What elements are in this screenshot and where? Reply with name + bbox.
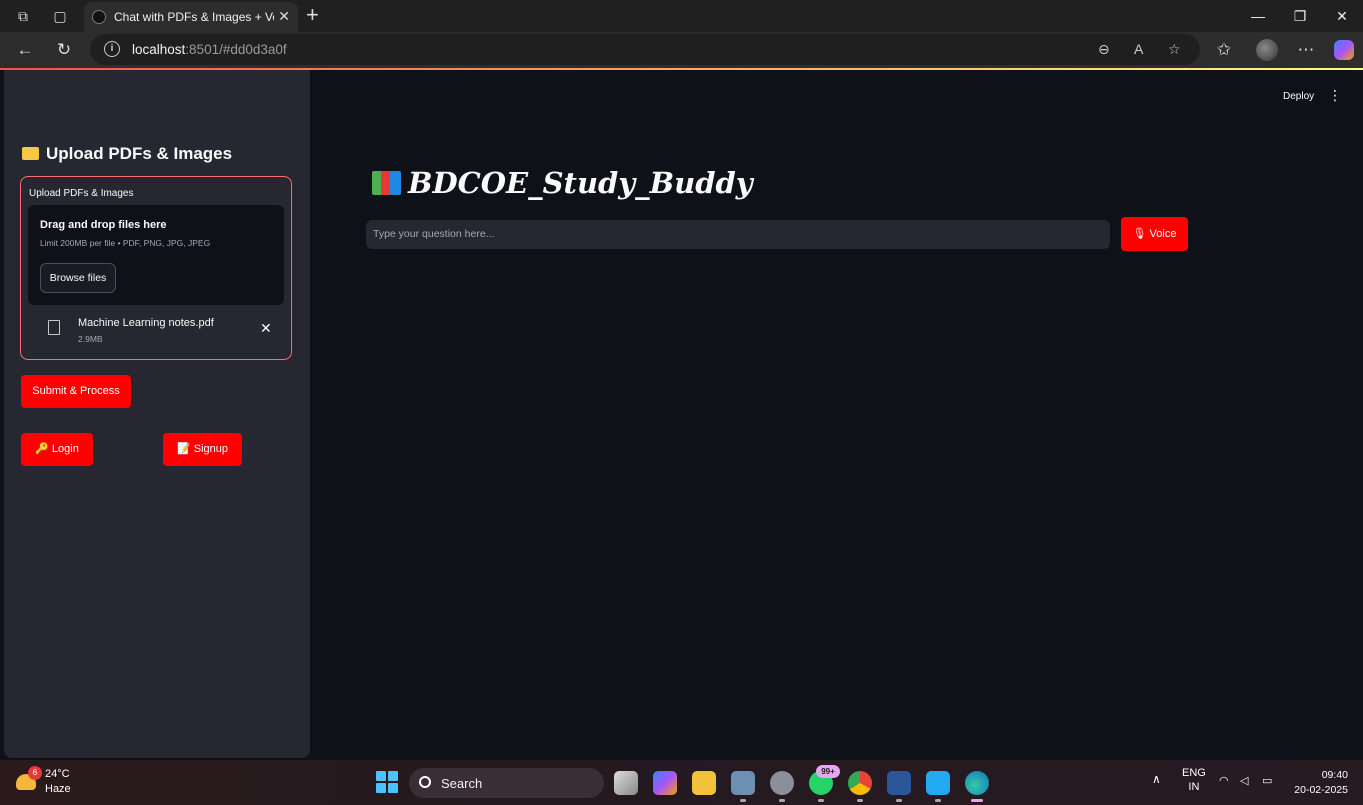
browser-titlebar: ⧉ ▢ Chat with PDFs & Images + Voice ✕ + … [0,0,1363,32]
drop-zone[interactable]: Drag and drop files here Limit 200MB per… [28,205,284,305]
main-menu-icon[interactable]: ⋮ [1328,88,1342,102]
uploaded-file-name: Machine Learning notes.pdf [78,317,214,329]
browser-tab[interactable]: Chat with PDFs & Images + Voice ✕ [84,2,298,32]
more-options-icon[interactable]: ⋯ [1296,40,1316,60]
upload-limit-text: Limit 200MB per file • PDF, PNG, JPG, JP… [40,238,211,248]
language-indicator[interactable]: ENG IN [1182,766,1206,794]
task-view-icon[interactable] [614,771,638,795]
submit-process-button[interactable]: Submit & Process [21,375,131,408]
volume-icon[interactable]: ◁ [1240,774,1248,788]
battery-icon[interactable]: ▭ [1262,774,1272,788]
browser-navbar: ← ↻ i localhost:8501/#dd0d3a0f ⊖ A ☆ ✩ ⋯ [0,32,1363,68]
uploader-label: Upload PDFs & Images [29,188,134,199]
clock-date: 20-02-2025 [1294,784,1348,796]
refresh-icon[interactable]: ↻ [54,40,74,60]
favorites-icon[interactable]: ✩ [1214,40,1234,60]
start-button[interactable] [376,771,398,793]
favorite-star-icon[interactable]: ☆ [1168,40,1181,58]
running-indicator [896,799,902,802]
clock[interactable]: 09:40 20-02-2025 [1286,768,1348,798]
photos-app-icon[interactable] [731,771,755,795]
whatsapp-badge: 99+ [816,765,840,778]
file-uploader: Upload PDFs & Images Drag and drop files… [20,176,292,360]
edge-icon[interactable] [965,771,989,795]
app-viewport: Upload PDFs & Images Upload PDFs & Image… [0,68,1363,760]
read-aloud-icon[interactable]: A [1134,40,1143,58]
weather-badge: 6 [28,766,42,780]
page-title: BDCOE_Study_Buddy [372,166,753,200]
close-window-icon[interactable]: ✕ [1321,0,1363,32]
question-input[interactable]: Type your question here... [366,220,1110,249]
copilot-icon[interactable] [1334,40,1354,60]
search-icon [419,776,431,788]
new-tab-icon[interactable]: + [306,4,319,26]
wifi-icon[interactable]: ◠ [1219,774,1229,788]
url-text[interactable]: localhost:8501/#dd0d3a0f [132,42,287,57]
running-indicator [935,799,941,802]
site-info-icon[interactable]: i [104,41,120,57]
deploy-button[interactable]: Deploy [1283,91,1314,102]
clock-time: 09:40 [1321,769,1348,781]
drop-zone-title: Drag and drop files here [40,219,167,231]
profile-avatar[interactable] [1256,39,1278,61]
chrome-icon[interactable] [848,771,872,795]
tab-actions-icon[interactable]: ▢ [50,6,70,26]
remove-file-icon[interactable]: ✕ [260,321,272,335]
word-icon[interactable] [887,771,911,795]
tab-title: Chat with PDFs & Images + Voice [114,10,274,24]
temperature: 24°C [45,768,70,780]
taskbar-search[interactable]: Search [409,768,604,798]
restore-icon[interactable]: ❐ [1279,0,1321,32]
uploaded-file-size: 2.9MB [78,334,103,344]
running-indicator [818,799,824,802]
file-icon [48,320,60,335]
zoom-icon[interactable]: ⊖ [1098,40,1110,58]
streamlit-favicon-icon [92,10,106,24]
windows-taskbar: 6 24°C Haze Search 99+ ∧ ENG IN ◠ ◁ ▭ 09:… [0,760,1363,805]
browse-files-button[interactable]: Browse files [40,263,116,293]
signup-button[interactable]: 📝 Signup [163,433,242,466]
show-hidden-icons-icon[interactable]: ∧ [1152,772,1161,786]
vscode-icon[interactable] [926,771,950,795]
books-icon [372,171,402,195]
minimize-icon[interactable]: — [1237,0,1279,32]
close-tab-icon[interactable]: ✕ [278,8,290,24]
running-indicator [779,799,785,802]
copilot-taskbar-icon[interactable] [653,771,677,795]
window-controls: — ❐ ✕ [1237,0,1363,32]
file-explorer-icon[interactable] [692,771,716,795]
settings-gear-icon[interactable] [770,771,794,795]
weather-condition: Haze [45,783,71,795]
back-icon[interactable]: ← [15,40,35,60]
folder-icon [22,147,39,160]
search-label: Search [441,776,483,791]
running-indicator [740,799,746,802]
address-bar[interactable]: i localhost:8501/#dd0d3a0f ⊖ A ☆ [90,34,1200,65]
sidebar-heading: Upload PDFs & Images [22,144,232,164]
sidebar: Upload PDFs & Images Upload PDFs & Image… [4,70,310,758]
running-indicator [857,799,863,802]
active-indicator [971,799,983,802]
login-button[interactable]: 🔑 Login [21,433,93,466]
workspaces-icon[interactable]: ⧉ [13,6,33,26]
voice-button[interactable]: 🎙 Voice [1121,217,1188,251]
